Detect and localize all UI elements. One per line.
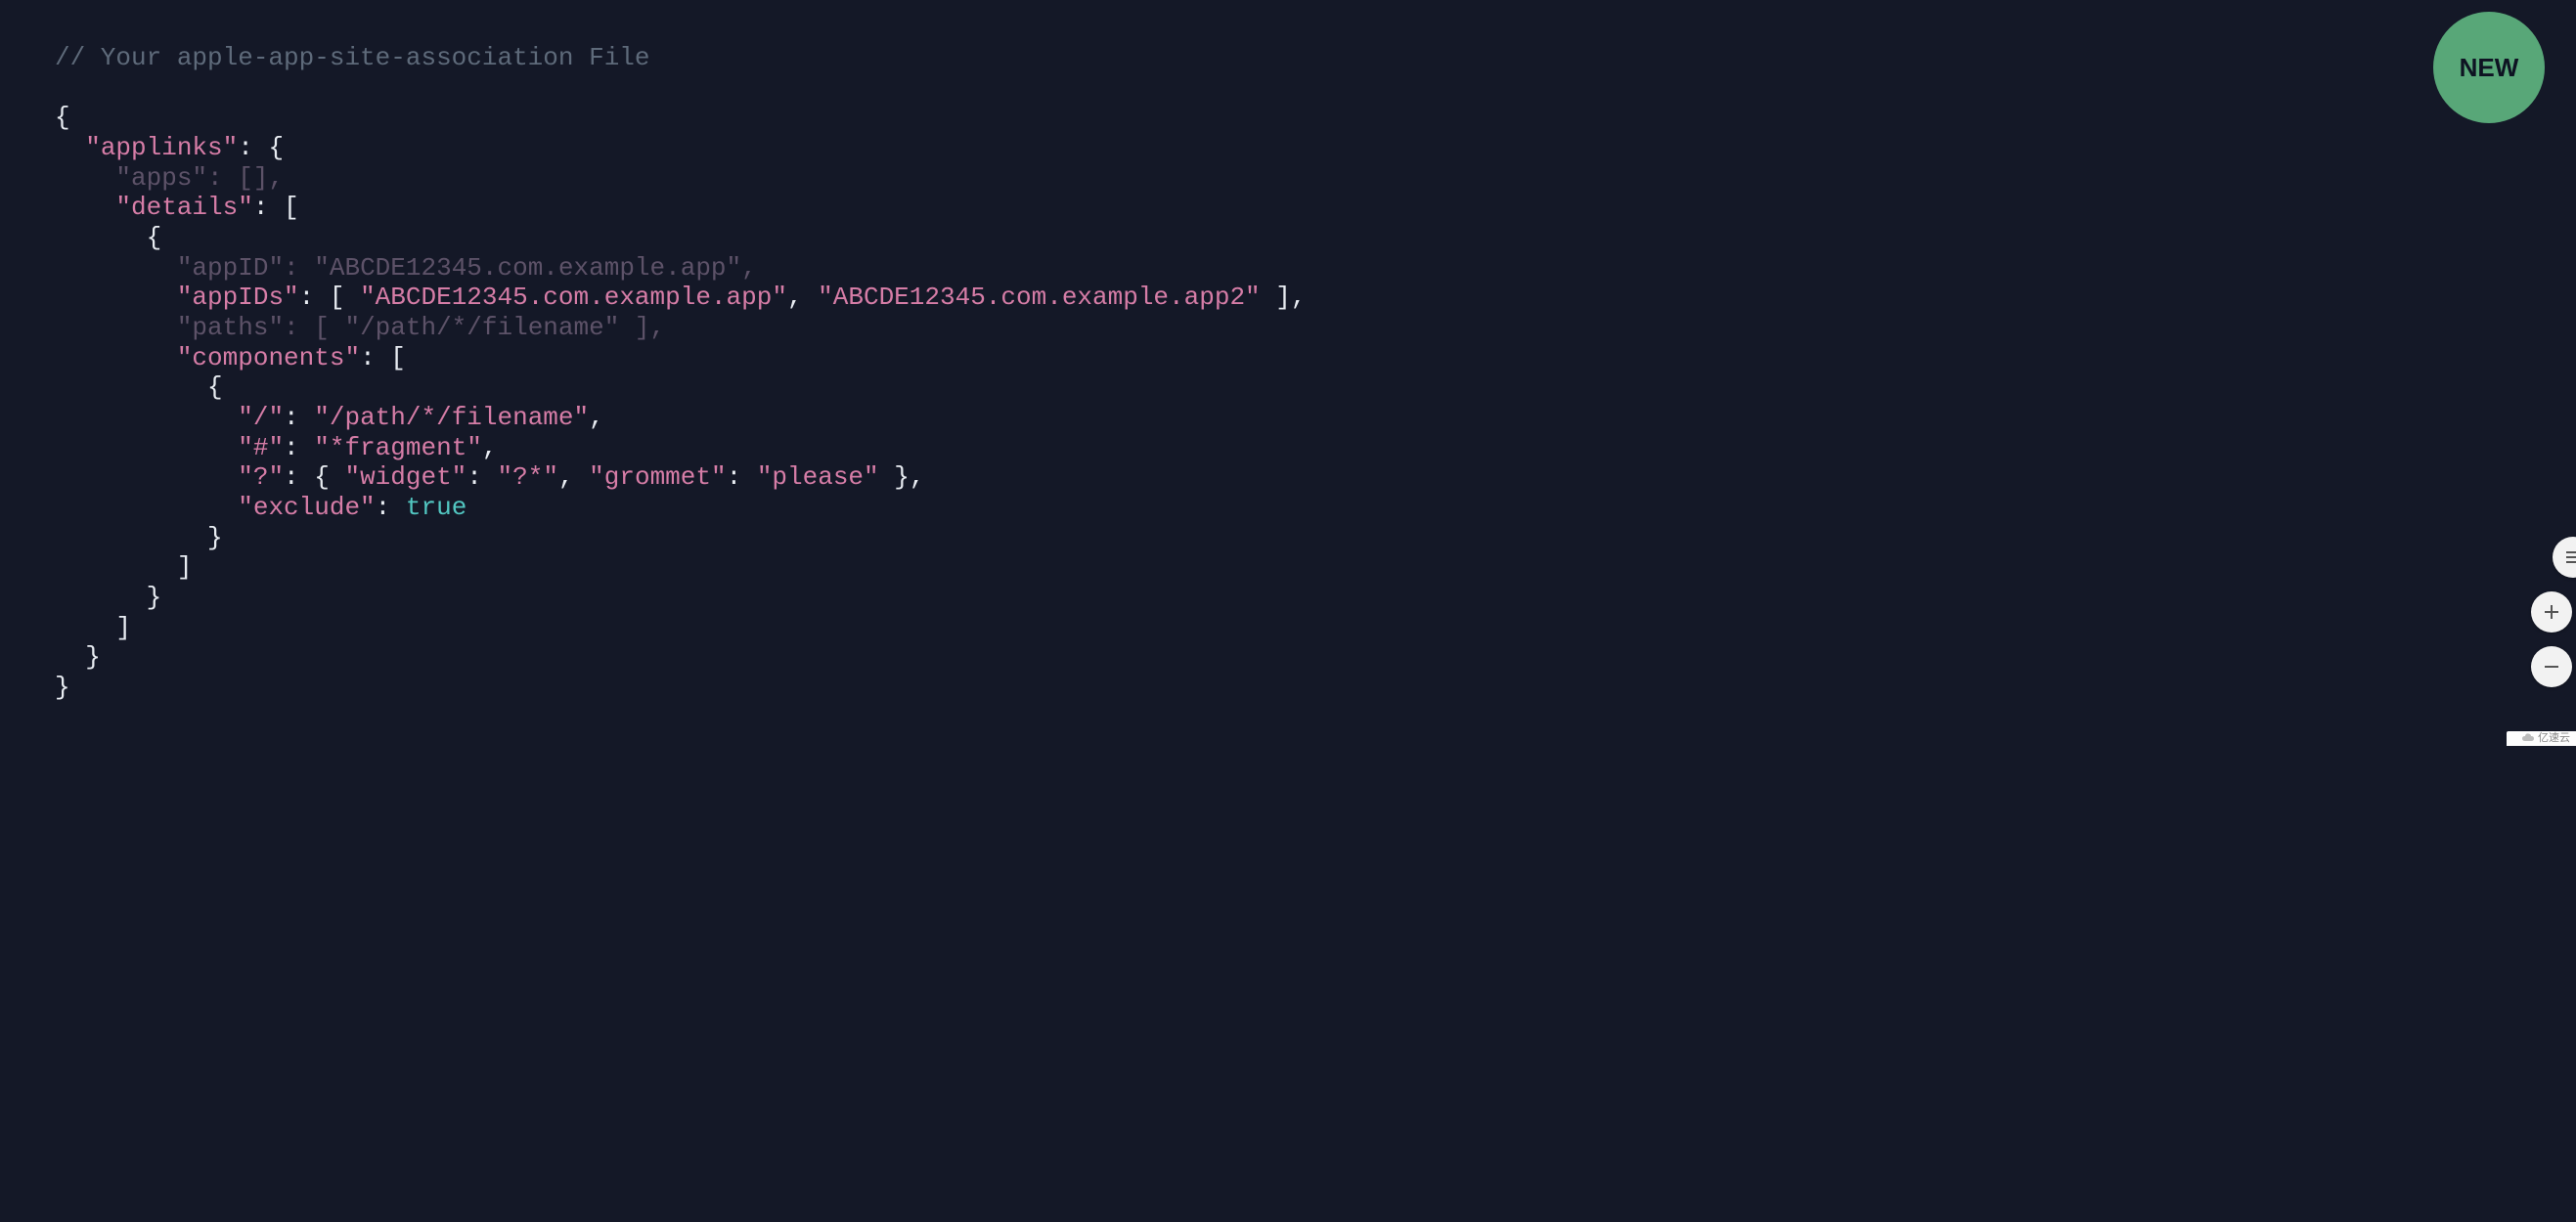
plus-icon <box>2543 603 2560 621</box>
code-comment: // Your apple-app-site-association File <box>55 43 650 72</box>
zoom-out-button[interactable] <box>2531 646 2572 687</box>
zoom-controls <box>2531 537 2572 687</box>
code-block: // Your apple-app-site-association File … <box>0 0 2576 746</box>
minus-icon <box>2543 658 2560 676</box>
new-badge: NEW <box>2433 12 2545 123</box>
cloud-icon <box>2522 733 2534 743</box>
new-badge-label: NEW <box>2460 53 2519 83</box>
zoom-in-button[interactable] <box>2531 591 2572 633</box>
more-button[interactable] <box>2553 537 2576 578</box>
watermark: 亿速云 <box>2507 731 2576 746</box>
watermark-text: 亿速云 <box>2538 732 2570 745</box>
more-icon <box>2564 548 2576 566</box>
